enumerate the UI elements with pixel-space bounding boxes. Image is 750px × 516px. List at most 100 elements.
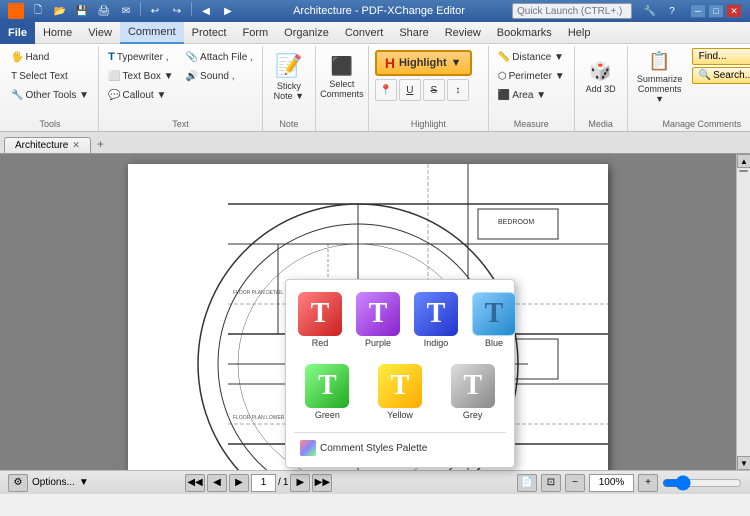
- menu-convert[interactable]: Convert: [337, 22, 392, 44]
- replace-icon: ↕: [455, 85, 460, 96]
- indigo-label: Indigo: [424, 338, 449, 348]
- dropdown-grid-row2: T Green T Yellow T Grey: [294, 360, 506, 424]
- page-divider: /: [278, 477, 281, 488]
- tab-close-btn[interactable]: ✕: [72, 140, 80, 151]
- back-btn[interactable]: ◀: [196, 2, 216, 20]
- typewriter-btn[interactable]: T Typewriter ,: [103, 48, 178, 66]
- tab-add-btn[interactable]: +: [91, 135, 110, 153]
- options-btn[interactable]: ⚙: [8, 474, 28, 492]
- red-t-icon: T: [298, 292, 342, 336]
- distance-btn[interactable]: 📏 Distance ▼: [493, 48, 570, 66]
- highlight-icon: H: [385, 55, 395, 71]
- tools-group: 🖐 Hand T Select Text 🔧 Other Tools ▼ Too…: [2, 46, 99, 131]
- app-icon: [8, 3, 24, 19]
- typewriter-icon: T: [108, 51, 115, 63]
- redo-btn[interactable]: ↪: [167, 2, 187, 20]
- marker-icon: 📍: [380, 85, 392, 96]
- page-view-btn[interactable]: 📄: [517, 474, 537, 492]
- options-dropdown[interactable]: ▼: [79, 477, 89, 488]
- perimeter-btn[interactable]: ⬡ Perimeter ▼: [493, 67, 570, 85]
- play-btn[interactable]: ▶: [229, 474, 249, 492]
- email-btn[interactable]: ✉: [116, 2, 136, 20]
- blue-t-icon: T: [472, 292, 516, 336]
- fit-btn[interactable]: ⊡: [541, 474, 561, 492]
- zoom-input[interactable]: [589, 474, 634, 492]
- tab-bar: Architecture ✕ +: [0, 132, 750, 154]
- close-btn[interactable]: ✕: [726, 4, 742, 18]
- dropdown-grey[interactable]: T Grey: [439, 360, 506, 424]
- title-bar: 🗋 📂 💾 🖨 ✉ ↩ ↪ ◀ ▶ Architecture - PDF-XCh…: [0, 0, 750, 22]
- hand-tool-btn[interactable]: 🖐 Hand: [6, 48, 94, 66]
- dropdown-blue[interactable]: T Blue: [468, 288, 520, 352]
- underline-btn[interactable]: U: [399, 79, 421, 101]
- zoom-in-btn[interactable]: +: [638, 474, 658, 492]
- highlight-dropdown: T Red T Purple T Indigo T Blue T Green T: [285, 279, 515, 468]
- menu-home[interactable]: Home: [35, 22, 80, 44]
- red-label: Red: [312, 338, 329, 348]
- prev-page-btn[interactable]: ◀: [207, 474, 227, 492]
- dropdown-indigo[interactable]: T Indigo: [410, 288, 462, 352]
- menu-review[interactable]: Review: [437, 22, 489, 44]
- menu-organize[interactable]: Organize: [276, 22, 337, 44]
- area-btn[interactable]: ⬛ Area ▼: [493, 86, 570, 104]
- sound-btn[interactable]: 🔊 Sound ,: [181, 67, 258, 85]
- help-icon[interactable]: ?: [662, 2, 682, 20]
- menu-bookmarks[interactable]: Bookmarks: [489, 22, 560, 44]
- menu-view[interactable]: View: [80, 22, 120, 44]
- search-btn[interactable]: 🔍 Search... ▼: [692, 67, 750, 84]
- next-page-btn[interactable]: ▶: [290, 474, 310, 492]
- scroll-up-btn[interactable]: ▲: [737, 154, 750, 168]
- scroll-down-btn[interactable]: ▼: [737, 456, 750, 470]
- select-comments-btn[interactable]: ⬛ SelectComments: [320, 48, 364, 106]
- comment-styles-palette-btn[interactable]: Comment Styles Palette: [294, 437, 506, 459]
- menu-share[interactable]: Share: [391, 22, 436, 44]
- first-page-btn[interactable]: ◀◀: [185, 474, 205, 492]
- add-3d-btn[interactable]: 🎲 Add 3D: [579, 48, 623, 106]
- tab-architecture[interactable]: Architecture ✕: [4, 137, 91, 153]
- select-text-icon: T: [11, 71, 17, 82]
- replace-btn[interactable]: ↕: [447, 79, 469, 101]
- zoom-out-btn[interactable]: −: [565, 474, 585, 492]
- attach-icon: 📎: [186, 52, 198, 63]
- new-btn[interactable]: 🗋: [28, 2, 48, 20]
- select-text-btn[interactable]: T Select Text: [6, 67, 94, 85]
- menu-form[interactable]: Form: [235, 22, 277, 44]
- ribbon-toggle[interactable]: 🔧: [640, 2, 660, 20]
- zoom-slider[interactable]: [662, 476, 742, 490]
- scroll-thumb[interactable]: [739, 170, 748, 172]
- save-btn[interactable]: 💾: [72, 2, 92, 20]
- hand-icon: 🖐: [11, 52, 23, 63]
- strikeout-btn[interactable]: S: [423, 79, 445, 101]
- menu-file[interactable]: File: [0, 22, 35, 44]
- dropdown-green[interactable]: T Green: [294, 360, 361, 424]
- forward-btn[interactable]: ▶: [218, 2, 238, 20]
- dropdown-yellow[interactable]: T Yellow: [367, 360, 434, 424]
- menu-comment[interactable]: Comment: [120, 22, 184, 44]
- callout-icon: 💬: [108, 90, 120, 101]
- sticky-note-btn[interactable]: 📝 Sticky Note ▼: [267, 48, 311, 106]
- print-btn[interactable]: 🖨: [94, 2, 114, 20]
- indigo-t-icon: T: [414, 292, 458, 336]
- undo-btn[interactable]: ↩: [145, 2, 165, 20]
- minimize-btn[interactable]: ─: [690, 4, 706, 18]
- page-input[interactable]: [251, 474, 276, 492]
- note-content: 📝 Sticky Note ▼: [267, 48, 311, 117]
- menu-help[interactable]: Help: [560, 22, 599, 44]
- dropdown-purple[interactable]: T Purple: [352, 288, 404, 352]
- text-box-btn[interactable]: ⬜ Text Box ▼: [103, 67, 178, 85]
- last-page-btn[interactable]: ▶▶: [312, 474, 332, 492]
- other-tools-btn[interactable]: 🔧 Other Tools ▼: [6, 86, 94, 104]
- quick-launch-input[interactable]: [512, 3, 632, 19]
- callout-btn[interactable]: 💬 Callout ▼: [103, 86, 178, 104]
- maximize-btn[interactable]: □: [708, 4, 724, 18]
- marker-btn[interactable]: 📍: [375, 79, 397, 101]
- summarize-btn[interactable]: 📋 SummarizeComments ▼: [632, 48, 688, 106]
- attach-file-btn[interactable]: 📎 Attach File ,: [181, 48, 258, 66]
- measure-label: Measure: [493, 117, 570, 129]
- grey-t-icon: T: [451, 364, 495, 408]
- find-btn[interactable]: Find...: [692, 48, 750, 65]
- highlight-btn[interactable]: H Highlight ▼: [375, 50, 472, 76]
- dropdown-red[interactable]: T Red: [294, 288, 346, 352]
- menu-protect[interactable]: Protect: [184, 22, 235, 44]
- open-btn[interactable]: 📂: [50, 2, 70, 20]
